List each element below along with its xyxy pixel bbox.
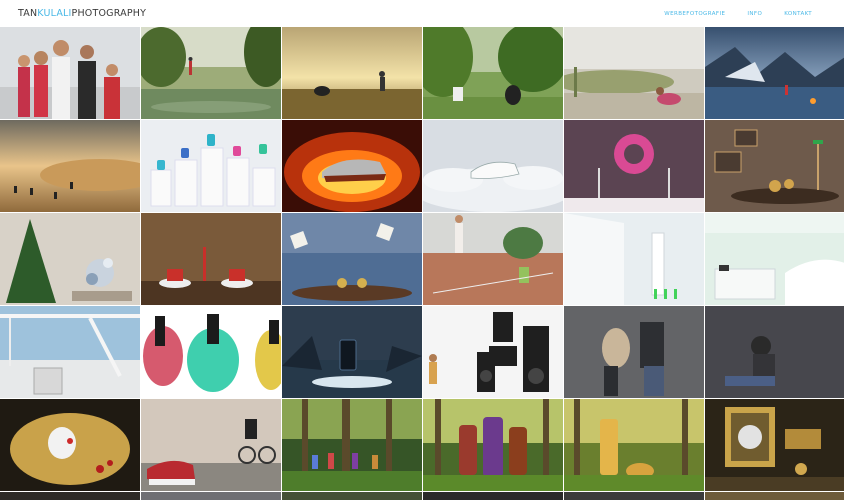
photo-white-lounge[interactable] xyxy=(705,213,844,305)
photo-watches-white[interactable] xyxy=(141,120,281,212)
photo-dancers-couple[interactable] xyxy=(564,306,704,398)
photo-gold-mirror-pillbox[interactable] xyxy=(705,399,844,491)
photo-row6-1[interactable] xyxy=(0,492,140,500)
logo-part-photography: PHOTOGRAPHY xyxy=(71,8,147,19)
nav-kontakt[interactable]: KONTAKT xyxy=(784,11,812,17)
main-nav: WERBEFOTOGRAFIE INFO KONTAKT xyxy=(664,11,812,17)
photo-row6-4[interactable] xyxy=(423,492,563,500)
photo-golden-leaf-bird[interactable] xyxy=(0,399,140,491)
photo-tennis-court[interactable] xyxy=(423,213,563,305)
nav-info[interactable]: INFO xyxy=(747,11,762,17)
photo-festive-dessert[interactable] xyxy=(141,213,281,305)
photo-dancer-woman[interactable] xyxy=(705,306,844,398)
photo-savanna-sunset[interactable] xyxy=(282,27,422,119)
photo-grid xyxy=(0,27,844,500)
photo-bmx-sneaker[interactable] xyxy=(141,399,281,491)
photo-forest-redken[interactable] xyxy=(423,399,563,491)
photo-row6-5[interactable] xyxy=(564,492,704,500)
photo-row6-3[interactable] xyxy=(282,492,422,500)
photo-row6-6[interactable] xyxy=(705,492,844,500)
site-logo[interactable]: TANKULALIPHOTOGRAPHY xyxy=(18,8,146,19)
photo-sneaker-lava[interactable] xyxy=(282,120,422,212)
photo-glass-architecture[interactable] xyxy=(0,306,140,398)
photo-forest-bottles[interactable] xyxy=(282,399,422,491)
photo-night-lake-fire[interactable] xyxy=(705,27,844,119)
photo-jungle-swamp[interactable] xyxy=(141,27,281,119)
photo-smartphone-sea[interactable] xyxy=(282,306,422,398)
photo-forest-gold-products[interactable] xyxy=(564,399,704,491)
photo-sneaker-clouds[interactable] xyxy=(423,120,563,212)
photo-desert-woman[interactable] xyxy=(564,27,704,119)
logo-part-tan: TAN xyxy=(18,8,38,19)
photo-christmas-table[interactable] xyxy=(705,120,844,212)
photo-row6-2[interactable] xyxy=(141,492,281,500)
photo-white-interior[interactable] xyxy=(564,213,704,305)
photo-christmas-tree[interactable] xyxy=(0,213,140,305)
top-bar: TANKULALIPHOTOGRAPHY WERBEFOTOGRAFIE INF… xyxy=(0,0,844,27)
photo-music-table[interactable] xyxy=(282,213,422,305)
photo-jungle-gorilla[interactable] xyxy=(423,27,563,119)
photo-christmas-wreath[interactable] xyxy=(564,120,704,212)
photo-desert-runners[interactable] xyxy=(0,120,140,212)
photo-paint-splashes[interactable] xyxy=(141,306,281,398)
photo-family-portrait[interactable] xyxy=(0,27,140,119)
photo-speakers[interactable] xyxy=(423,306,563,398)
nav-werbefotografie[interactable]: WERBEFOTOGRAFIE xyxy=(664,11,725,17)
logo-part-kulali: KULALI xyxy=(37,8,72,19)
